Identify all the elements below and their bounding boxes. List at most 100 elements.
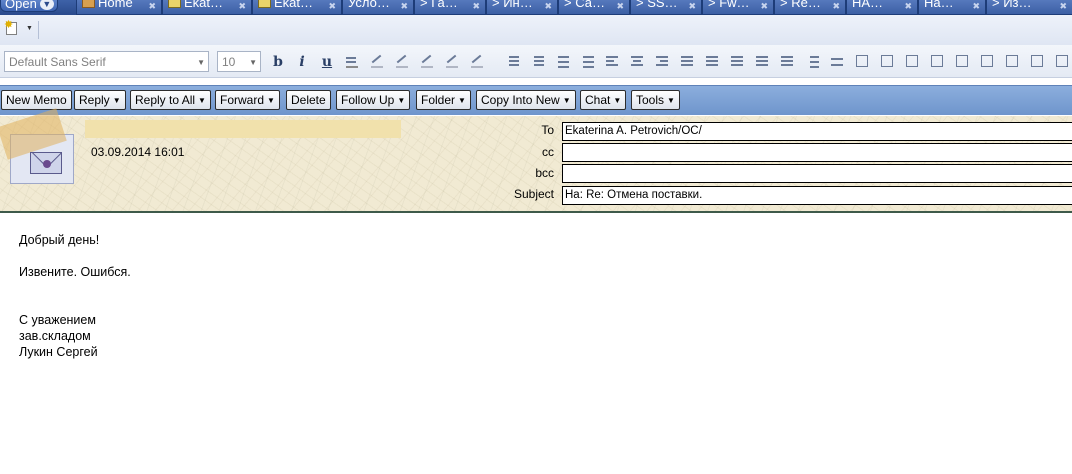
- table-icon[interactable]: [854, 54, 870, 69]
- tab-document[interactable]: На… ✖: [918, 0, 986, 15]
- sent-date: 03.09.2014 16:01: [91, 145, 185, 159]
- chevron-down-icon[interactable]: ▼: [26, 25, 33, 32]
- body-line: С уважением: [19, 313, 96, 327]
- new-document-icon[interactable]: ✸: [4, 19, 20, 36]
- highlight-pen-icon[interactable]: [419, 54, 435, 69]
- reply-button[interactable]: Reply ▼: [74, 90, 126, 110]
- tab-close-icon[interactable]: ✖: [832, 0, 840, 14]
- align-full-icon[interactable]: [704, 54, 720, 69]
- copy-into-new-button[interactable]: Copy Into New ▼: [476, 90, 576, 110]
- cc-field[interactable]: [562, 143, 1072, 162]
- tab-close-icon[interactable]: ✖: [616, 0, 624, 14]
- bold-button[interactable]: b: [270, 54, 286, 70]
- insert-icon[interactable]: [954, 54, 970, 69]
- align-justify-icon[interactable]: [679, 54, 695, 69]
- outdent-icon[interactable]: [529, 54, 545, 69]
- subject-label: Subject: [513, 187, 554, 201]
- underline-button[interactable]: u: [319, 54, 335, 70]
- follow-up-button[interactable]: Follow Up ▼: [336, 90, 411, 110]
- paragraph-spacing-icon[interactable]: [754, 54, 770, 69]
- chevron-down-icon: ▼: [562, 96, 571, 105]
- insert-icon[interactable]: [1004, 54, 1020, 69]
- tab-home[interactable]: Home ✖: [76, 0, 162, 15]
- insert-icon[interactable]: [1054, 54, 1070, 69]
- insert-icon[interactable]: [1029, 54, 1045, 69]
- align-center-icon[interactable]: [629, 54, 645, 69]
- tab-mail[interactable]: Ekat… ✖: [252, 0, 342, 15]
- tab-document[interactable]: Усло… ✖: [342, 0, 414, 15]
- tab-close-icon[interactable]: ✖: [148, 0, 156, 14]
- text-color-icon[interactable]: [344, 54, 360, 69]
- insert-icon[interactable]: [929, 54, 945, 69]
- insert-icon[interactable]: [979, 54, 995, 69]
- bcc-label: bcc: [535, 166, 554, 180]
- tab-document[interactable]: > Из… ✖: [986, 0, 1072, 15]
- align-left-icon[interactable]: [604, 54, 620, 69]
- insert-icon[interactable]: [879, 54, 895, 69]
- new-memo-button[interactable]: New Memo: [1, 90, 72, 110]
- tools-button[interactable]: Tools ▼: [631, 90, 680, 110]
- tab-label: Ekat…: [184, 0, 224, 10]
- chevron-down-icon: ▼: [613, 96, 622, 105]
- tab-close-icon[interactable]: ✖: [400, 0, 408, 14]
- tab-close-icon[interactable]: ✖: [688, 0, 696, 14]
- line-spacing-icon[interactable]: [804, 54, 820, 69]
- tab-close-icon[interactable]: ✖: [328, 0, 336, 14]
- tab-close-icon[interactable]: ✖: [760, 0, 768, 14]
- font-family-select[interactable]: Default Sans Serif ▼: [4, 51, 209, 72]
- command-bar: New Memo Reply ▼ Reply to All ▼ Forward ▼ D…: [0, 85, 1072, 115]
- chevron-down-icon: ▼: [267, 96, 275, 105]
- folder-button[interactable]: Folder ▼: [416, 90, 471, 110]
- highlight-pen-icon[interactable]: [369, 54, 385, 69]
- body-line: [19, 248, 131, 264]
- tab-document[interactable]: НА… ✖: [846, 0, 918, 15]
- open-button[interactable]: Open ▼: [0, 0, 58, 12]
- tab-close-icon[interactable]: ✖: [472, 0, 480, 14]
- italic-button[interactable]: i: [294, 54, 310, 70]
- tab-document[interactable]: > Re… ✖: [774, 0, 846, 15]
- to-label: To: [541, 123, 554, 137]
- tab-document[interactable]: > Га… ✖: [414, 0, 486, 15]
- bcc-field[interactable]: [562, 164, 1072, 183]
- numbered-list-icon[interactable]: [579, 54, 595, 69]
- bullet-list-icon[interactable]: [554, 54, 570, 69]
- font-family-value: Default Sans Serif: [9, 55, 106, 69]
- tab-mail[interactable]: Ekat… ✖: [162, 0, 252, 15]
- highlight-dropdown-icon[interactable]: [469, 54, 485, 69]
- subject-field[interactable]: На: Re: Отмена поставки.: [562, 186, 1072, 205]
- paragraph-spacing-icon[interactable]: [729, 54, 745, 69]
- tab-document[interactable]: > Са… ✖: [558, 0, 630, 15]
- chat-button[interactable]: Chat ▼: [580, 90, 627, 110]
- font-size-select[interactable]: 10 ▼: [217, 51, 261, 72]
- delete-button[interactable]: Delete: [286, 90, 331, 110]
- chevron-down-icon: ▼: [198, 96, 206, 105]
- tab-close-icon[interactable]: ✖: [1059, 0, 1067, 14]
- tab-document[interactable]: > Ин… ✖: [486, 0, 558, 15]
- tab-label: > Fw…: [708, 0, 750, 10]
- tab-close-icon[interactable]: ✖: [972, 0, 980, 14]
- tab-label: > Из…: [992, 0, 1032, 10]
- tab-close-icon[interactable]: ✖: [238, 0, 246, 14]
- tab-close-icon[interactable]: ✖: [544, 0, 552, 14]
- cc-label: cc: [542, 145, 554, 159]
- tab-document[interactable]: > SS… ✖: [630, 0, 702, 15]
- align-right-icon[interactable]: [654, 54, 670, 69]
- memo-body[interactable]: Добрый день! Извените. Ошибся. С уважени…: [19, 232, 131, 360]
- reply-to-all-button[interactable]: Reply to All ▼: [130, 90, 211, 110]
- insert-icon[interactable]: [904, 54, 920, 69]
- forward-button[interactable]: Forward ▼: [215, 90, 280, 110]
- paragraph-spacing-icon[interactable]: [779, 54, 795, 69]
- tab-label: > SS…: [636, 0, 678, 10]
- text-style-icon[interactable]: [829, 54, 845, 69]
- highlight-pen-icon[interactable]: [394, 54, 410, 69]
- button-label: Reply: [79, 93, 110, 107]
- to-field[interactable]: Ekaterina A. Petrovich/OC/: [562, 122, 1072, 141]
- toolbar-separator: [38, 21, 39, 39]
- highlight-pen-icon[interactable]: [444, 54, 460, 69]
- tab-document[interactable]: > Fw… ✖: [702, 0, 774, 15]
- tab-label: Home: [98, 0, 133, 10]
- button-label: Chat: [585, 93, 611, 107]
- format-toolbar: Default Sans Serif ▼ 10 ▼ b i u: [0, 45, 1072, 78]
- tab-close-icon[interactable]: ✖: [904, 0, 912, 14]
- indent-icon[interactable]: [504, 54, 520, 69]
